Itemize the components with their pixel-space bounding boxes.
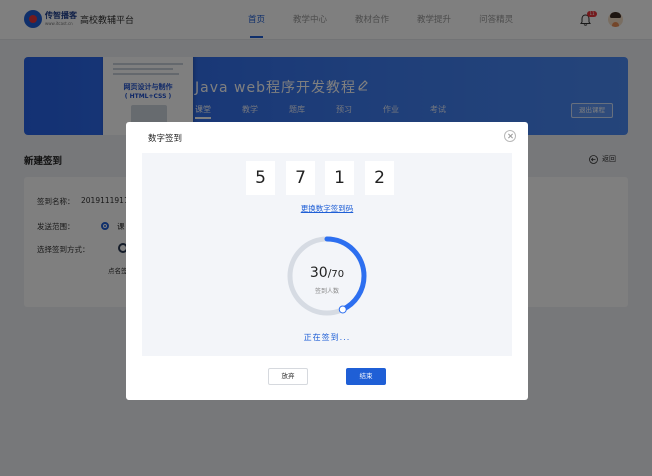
total-count: 70 [331, 269, 345, 280]
count-label: 签到人数 [314, 288, 339, 295]
end-button[interactable]: 结束 [346, 368, 386, 385]
abandon-button[interactable]: 放弃 [268, 368, 308, 385]
checkin-count: 30/70 [282, 262, 372, 281]
modal-title: 数字签到 [148, 134, 183, 144]
progress-knob [338, 305, 347, 314]
modal-body: 5 7 1 2 更换数字签到码 30/70 签到人数 正在签到... [142, 153, 512, 356]
change-code-link[interactable]: 更换数字签到码 [142, 203, 512, 214]
checked-in-count: 30 [309, 265, 328, 281]
code-digit: 2 [365, 161, 394, 195]
code-digit: 1 [325, 161, 354, 195]
code-digit: 5 [246, 161, 275, 195]
close-icon[interactable] [504, 130, 516, 142]
code-digit: 7 [286, 161, 315, 195]
checkin-modal: 数字签到 5 7 1 2 更换数字签到码 30/70 签到人数 正在签到... … [126, 122, 528, 400]
checkin-status: 正在签到... [303, 333, 351, 342]
